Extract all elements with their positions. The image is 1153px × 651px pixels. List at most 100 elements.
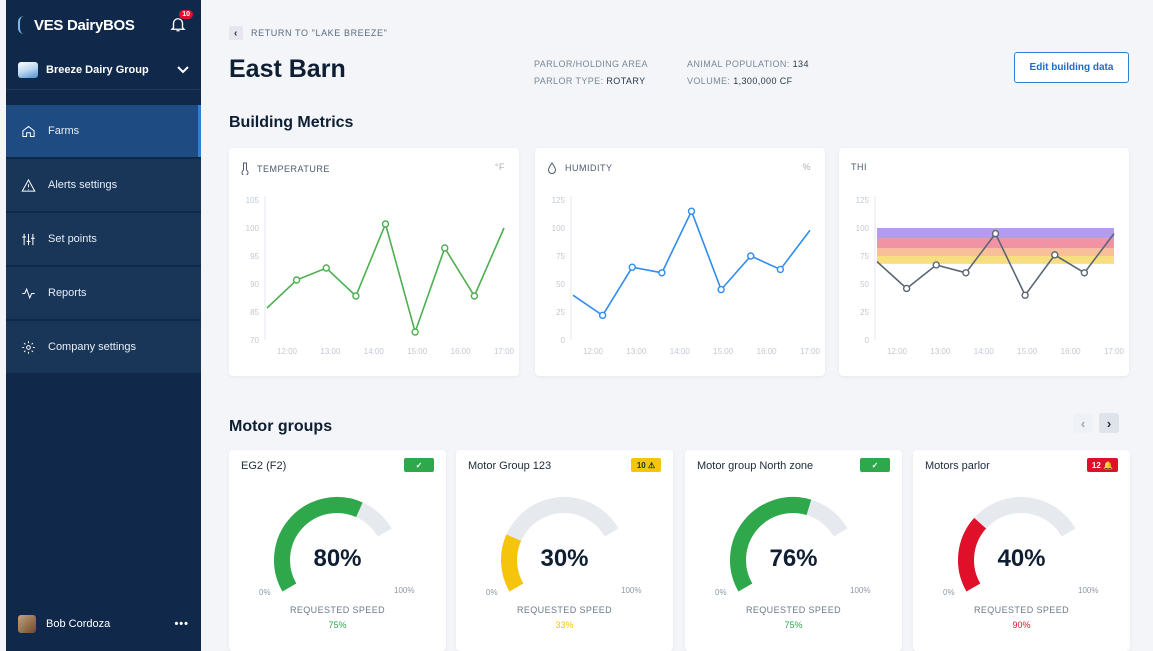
y-tick-label: 95 <box>250 252 259 261</box>
building-meta-population: ANIMAL POPULATION: 134 VOLUME: 1,300,000… <box>687 56 809 90</box>
motor-group-card[interactable]: EG2 (F2) ✓ 80% 0% 100% REQUESTED SPEED 7… <box>229 450 446 651</box>
y-tick-label: 125 <box>552 196 566 205</box>
requested-speed-label: REQUESTED SPEED <box>745 605 842 615</box>
x-tick-label: 17:00 <box>1104 347 1125 356</box>
data-point <box>411 328 419 336</box>
x-tick-label: 14:00 <box>670 347 691 356</box>
y-tick-label: 105 <box>246 196 260 205</box>
gauge-min-label: 0% <box>259 588 271 597</box>
x-tick-label: 16:00 <box>757 347 778 356</box>
back-label: RETURN TO "LAKE BREEZE" <box>251 28 388 38</box>
y-tick-label: 85 <box>250 308 259 317</box>
status-badge: ✓ <box>860 458 890 472</box>
gauge-min-label: 0% <box>943 588 955 597</box>
chevron-left-icon: ‹ <box>229 26 243 40</box>
app-logo[interactable]: VES DairyBOS <box>18 16 135 34</box>
gauge-max-label: 100% <box>850 586 871 595</box>
meta-parlor-type-value: ROTARY <box>606 76 646 86</box>
data-point <box>687 207 696 215</box>
sidebar-item-company-settings[interactable]: Company settings <box>6 321 201 373</box>
meta-volume-label: VOLUME: <box>687 76 731 86</box>
y-tick-label: 100 <box>246 224 260 233</box>
logo-row: VES DairyBOS 10 <box>6 0 201 50</box>
chart-title: HUMIDITY <box>565 163 613 173</box>
gauge-percent: 76% <box>769 545 818 572</box>
chart-unit: % <box>802 162 811 172</box>
sidebar-item-farms[interactable]: Farms <box>6 105 201 157</box>
y-tick-label: 100 <box>856 224 870 233</box>
series-line <box>266 221 505 335</box>
sliders-icon <box>20 231 36 247</box>
gauge-min-label: 0% <box>715 588 727 597</box>
thi-chart-card: 125 100 75 50 25 0 12:00 13:00 14:00 15:00 16:00 17… <box>839 148 1129 376</box>
data-point <box>991 229 1000 238</box>
app-logo-text: VES DairyBOS <box>34 16 135 34</box>
data-point <box>1051 251 1059 259</box>
motor-group-name: Motor Group 123 <box>468 460 552 472</box>
gauge-percent: 30% <box>540 545 589 572</box>
data-point <box>470 292 479 300</box>
chevron-right-icon[interactable]: › <box>1099 413 1119 433</box>
data-point <box>441 244 449 252</box>
gauge-max-label: 100% <box>1078 586 1099 595</box>
gauge-min-label: 0% <box>486 588 498 597</box>
x-tick-label: 17:00 <box>800 347 821 356</box>
y-tick-label: 0 <box>865 336 870 345</box>
meta-parlor-area: PARLOR/HOLDING AREA <box>534 59 648 69</box>
data-point <box>747 252 755 260</box>
sidebar-item-alerts-settings[interactable]: Alerts settings <box>6 159 201 211</box>
x-tick-label: 14:00 <box>364 347 385 356</box>
x-tick-label: 16:00 <box>1061 347 1082 356</box>
data-point <box>352 292 360 300</box>
data-point <box>962 269 970 277</box>
threshold-band <box>877 256 1114 264</box>
data-point <box>1021 291 1029 299</box>
more-options-icon[interactable]: ••• <box>174 618 189 630</box>
alert-triangle-icon <box>20 177 36 193</box>
data-point <box>902 284 911 293</box>
x-tick-label: 15:00 <box>713 347 734 356</box>
data-point <box>322 264 330 272</box>
threshold-band <box>877 238 1114 249</box>
data-point <box>932 261 940 269</box>
sidebar-item-reports[interactable]: Reports <box>6 267 201 319</box>
y-tick-label: 25 <box>860 308 869 317</box>
company-name: Breeze Dairy Group <box>46 63 149 76</box>
temperature-chart-card: 105 100 95 90 85 70 12:00 13:00 14:00 15:00 16:00 1… <box>229 148 519 376</box>
sidebar-item-set-points[interactable]: Set points <box>6 213 201 265</box>
user-menu[interactable]: Bob Cordoza ••• <box>6 611 201 637</box>
chart-title: TEMPERATURE <box>257 163 330 174</box>
sidebar-item-label: Reports <box>48 287 87 299</box>
chevron-left-icon[interactable]: ‹ <box>1073 413 1093 433</box>
meta-volume-value: 1,300,000 CF <box>733 76 793 86</box>
activity-icon <box>20 285 36 301</box>
x-tick-label: 15:00 <box>1017 347 1038 356</box>
y-tick-label: 75 <box>860 252 869 261</box>
edit-building-button[interactable]: Edit building data <box>1014 52 1129 83</box>
back-link[interactable]: ‹ RETURN TO "LAKE BREEZE" <box>229 26 387 40</box>
meta-population-label: ANIMAL POPULATION: <box>687 59 790 69</box>
requested-speed-label: REQUESTED SPEED <box>289 605 386 615</box>
gauge-percent: 80% <box>313 545 362 572</box>
x-tick-label: 17:00 <box>494 347 515 356</box>
chart-unit: °F <box>494 162 505 172</box>
notifications-button[interactable]: 10 <box>169 10 193 35</box>
data-point <box>292 276 301 284</box>
temperature-chart: 105 100 95 90 85 70 12:00 13:00 14:00 15:00 16:00 1… <box>246 196 515 356</box>
data-point <box>717 285 725 294</box>
y-tick-label: 25 <box>556 308 565 317</box>
x-tick-label: 15:00 <box>407 347 428 356</box>
motor-group-card[interactable]: Motor Group 123 10 ⚠ 30% 0% 100% REQUEST… <box>456 450 673 651</box>
motor-group-card[interactable]: Motor group North zone ✓ 76% 0% 100% REQ… <box>685 450 902 651</box>
gear-icon <box>20 339 36 355</box>
building-metrics-title: Building Metrics <box>229 114 354 131</box>
data-point <box>776 265 785 274</box>
requested-speed-value: 75% <box>784 620 803 630</box>
x-tick-label: 16:00 <box>451 347 472 356</box>
x-tick-label: 13:00 <box>930 347 951 356</box>
meta-parlor-type-label: PARLOR TYPE: <box>534 76 604 86</box>
requested-speed-value: 75% <box>328 620 347 630</box>
motor-group-card[interactable]: Motors parlor 12 🔔 40% 0% 100% REQUESTED… <box>913 450 1130 651</box>
company-selector[interactable]: Breeze Dairy Group <box>6 50 201 90</box>
home-icon <box>20 123 36 139</box>
